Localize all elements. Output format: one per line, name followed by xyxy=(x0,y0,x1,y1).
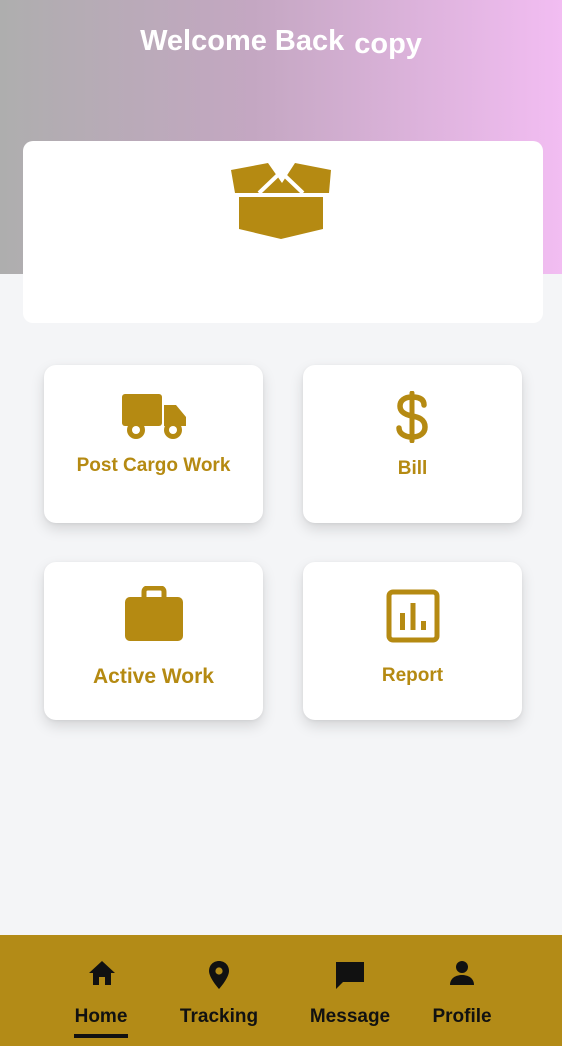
bill-card[interactable]: Bill xyxy=(303,365,522,523)
report-chart-icon xyxy=(386,589,440,643)
report-card[interactable]: Report xyxy=(303,562,522,720)
banner-card xyxy=(23,141,543,323)
welcome-suffix: copy xyxy=(354,28,422,60)
home-icon xyxy=(89,961,115,985)
nav-label: Tracking xyxy=(179,1006,259,1027)
dollar-icon xyxy=(396,391,428,443)
briefcase-icon xyxy=(125,586,183,641)
nav-item-tracking[interactable]: Tracking xyxy=(176,935,262,1046)
message-icon xyxy=(336,962,364,989)
tile-label: Post Cargo Work xyxy=(76,455,231,476)
nav-label: Profile xyxy=(432,1006,492,1027)
nav-label: Home xyxy=(74,1006,128,1027)
truck-icon xyxy=(122,394,186,439)
welcome-text: Welcome Back xyxy=(140,25,345,57)
nav-label: Message xyxy=(309,1006,391,1027)
active-tab-indicator xyxy=(74,1034,128,1038)
person-icon xyxy=(450,961,474,985)
tile-label: Report xyxy=(381,665,444,686)
open-box-icon xyxy=(231,163,331,239)
nav-item-profile[interactable]: Profile xyxy=(430,935,494,1046)
tile-label: Bill xyxy=(397,458,428,479)
location-pin-icon xyxy=(209,961,229,989)
tile-label: Active Work xyxy=(93,665,214,688)
post-cargo-work-card[interactable]: Post Cargo Work xyxy=(44,365,263,523)
page-title: Welcome Back copy xyxy=(0,25,562,60)
nav-item-message[interactable]: Message xyxy=(308,935,392,1046)
nav-item-home[interactable]: Home xyxy=(74,935,128,1046)
bottom-navigation: Home Tracking Message Profile xyxy=(0,935,562,1046)
active-work-card[interactable]: Active Work xyxy=(44,562,263,720)
